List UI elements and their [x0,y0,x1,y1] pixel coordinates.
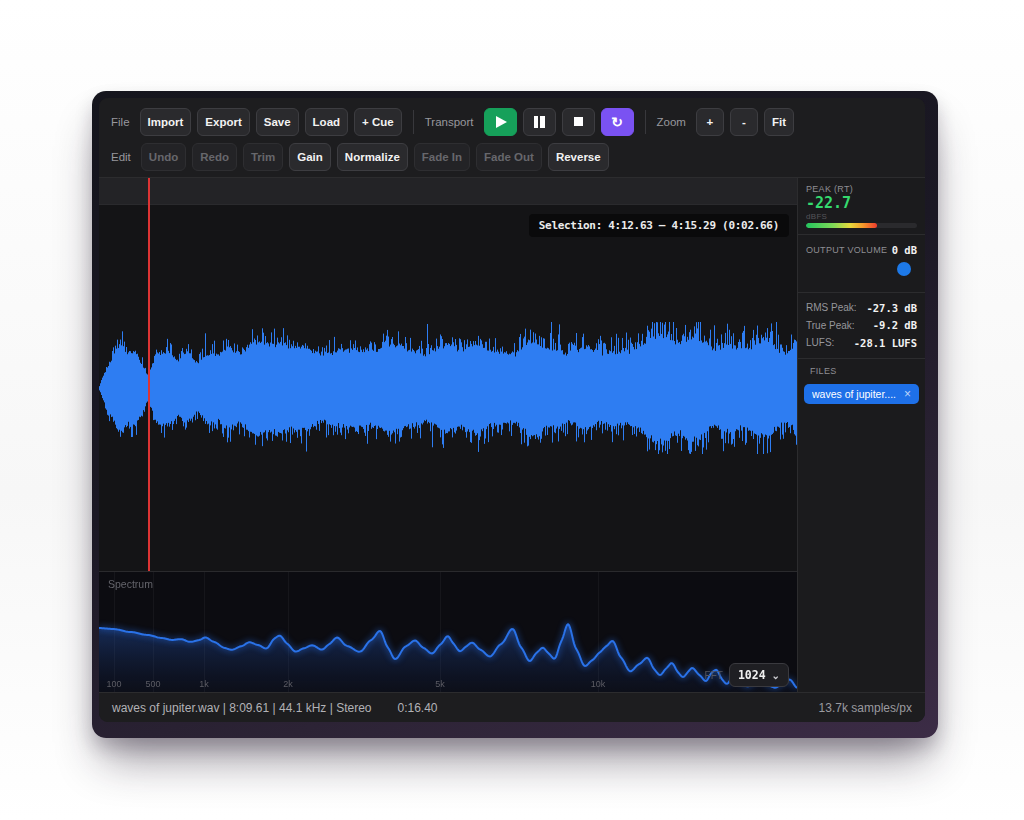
page-background: File Import Export Save Load + Cue Trans… [0,0,1024,820]
zoom-group-label: Zoom [657,116,686,128]
true-peak-label: True Peak: [806,320,855,331]
redo-button[interactable]: Redo [192,143,237,171]
files-section: FILES waves of jupiter.... × [798,359,925,413]
output-volume-label: OUTPUT VOLUME [806,245,887,255]
true-peak-value: -9.2 dB [873,319,917,331]
fft-size-select[interactable]: 1024 ⌄ [729,663,789,687]
freq-label-1k: 1k [199,679,209,689]
export-button[interactable]: Export [197,108,249,136]
peak-meter-track [806,223,917,228]
play-icon [496,116,507,128]
pause-button[interactable] [523,108,556,136]
spectrum-panel: Spectrum 100 500 1k 2k 5k 10k FFT 1024 ⌄ [99,571,797,692]
fft-size-value: 1024 [738,668,766,682]
rms-peak-row: RMS Peak: -27.3 dB [806,299,917,317]
load-button[interactable]: Load [305,108,348,136]
output-volume-value: 0 dB [892,244,917,256]
lufs-value: -28.1 LUFS [854,337,917,349]
status-samples-per-px: 13.7k samples/px [819,701,912,715]
fft-control: FFT 1024 ⌄ [705,663,789,687]
import-button[interactable]: Import [140,108,192,136]
undo-button[interactable]: Undo [141,143,186,171]
status-file-info: waves of jupiter.wav | 8:09.61 | 44.1 kH… [112,701,372,715]
spectrum-canvas [99,572,797,692]
trim-button[interactable]: Trim [243,143,283,171]
fft-label: FFT [705,670,723,681]
toolbar-row-edit: Edit Undo Redo Trim Gain Normalize Fade … [111,142,913,171]
editor-column: Selection: 4:12.63 — 4:15.29 (0:02.66) S… [99,178,797,692]
peak-label: PEAK (RT) [806,184,917,194]
timeline-ruler[interactable] [99,178,797,205]
zoom-in-button[interactable]: + [696,108,724,136]
freq-label-5k: 5k [435,679,445,689]
file-list-item[interactable]: waves of jupiter.... × [804,384,919,404]
peak-meter-fill [806,223,877,228]
pause-icon [534,116,545,128]
true-peak-row: True Peak: -9.2 dB [806,317,917,335]
files-header: FILES [804,366,919,376]
status-position: 0:16.40 [398,701,438,715]
app-window: File Import Export Save Load + Cue Trans… [99,98,925,722]
sidebar: PEAK (RT) -22.7 dBFS OUTPUT VOLUME 0 dB [797,178,925,692]
edit-group-label: Edit [111,151,131,163]
zoom-out-button[interactable]: - [730,108,758,136]
playhead[interactable] [148,178,150,571]
save-button[interactable]: Save [256,108,299,136]
app-window-frame: File Import Export Save Load + Cue Trans… [92,91,938,738]
spectrum-title: Spectrum [108,578,153,590]
loop-icon: ↻ [611,114,623,130]
stop-icon [574,117,583,126]
peak-value: -22.7 [806,195,917,211]
rms-peak-label: RMS Peak: [806,302,857,313]
fade-in-button[interactable]: Fade In [414,143,470,171]
stop-button[interactable] [562,108,595,136]
toolbar-row-file: File Import Export Save Load + Cue Trans… [111,107,913,136]
output-volume-section: OUTPUT VOLUME 0 dB [798,235,925,293]
peak-meter-section: PEAK (RT) -22.7 dBFS [798,178,925,235]
lufs-row: LUFS: -28.1 LUFS [806,334,917,352]
main-area: Selection: 4:12.63 — 4:15.29 (0:02.66) S… [99,178,925,692]
stats-section: RMS Peak: -27.3 dB True Peak: -9.2 dB LU… [798,293,925,359]
toolbar-separator [645,110,646,134]
gain-button[interactable]: Gain [289,143,331,171]
freq-label-2k: 2k [283,679,293,689]
loop-button[interactable]: ↻ [601,108,634,136]
fade-out-button[interactable]: Fade Out [476,143,542,171]
reverse-button[interactable]: Reverse [548,143,609,171]
toolbar-separator [413,110,414,134]
chevron-down-icon: ⌄ [772,670,780,681]
freq-label-500: 500 [145,679,160,689]
waveform-canvas[interactable] [99,205,797,571]
volume-slider-handle[interactable] [897,262,911,276]
rms-peak-value: -27.3 dB [866,302,917,314]
toolbar: File Import Export Save Load + Cue Trans… [99,98,925,178]
file-name: waves of jupiter.... [812,388,900,400]
peak-unit: dBFS [806,212,917,221]
file-group-label: File [111,116,130,128]
status-bar: waves of jupiter.wav | 8:09.61 | 44.1 kH… [99,692,925,722]
transport-group-label: Transport [425,116,474,128]
freq-label-10k: 10k [591,679,606,689]
waveform-view[interactable]: Selection: 4:12.63 — 4:15.29 (0:02.66) [99,205,797,571]
play-button[interactable] [484,108,517,136]
selection-info: Selection: 4:12.63 — 4:15.29 (0:02.66) [529,214,789,237]
add-cue-button[interactable]: + Cue [354,108,402,136]
lufs-label: LUFS: [806,337,834,348]
freq-label-100: 100 [106,679,121,689]
normalize-button[interactable]: Normalize [337,143,408,171]
close-icon[interactable]: × [904,387,911,401]
zoom-fit-button[interactable]: Fit [764,108,794,136]
